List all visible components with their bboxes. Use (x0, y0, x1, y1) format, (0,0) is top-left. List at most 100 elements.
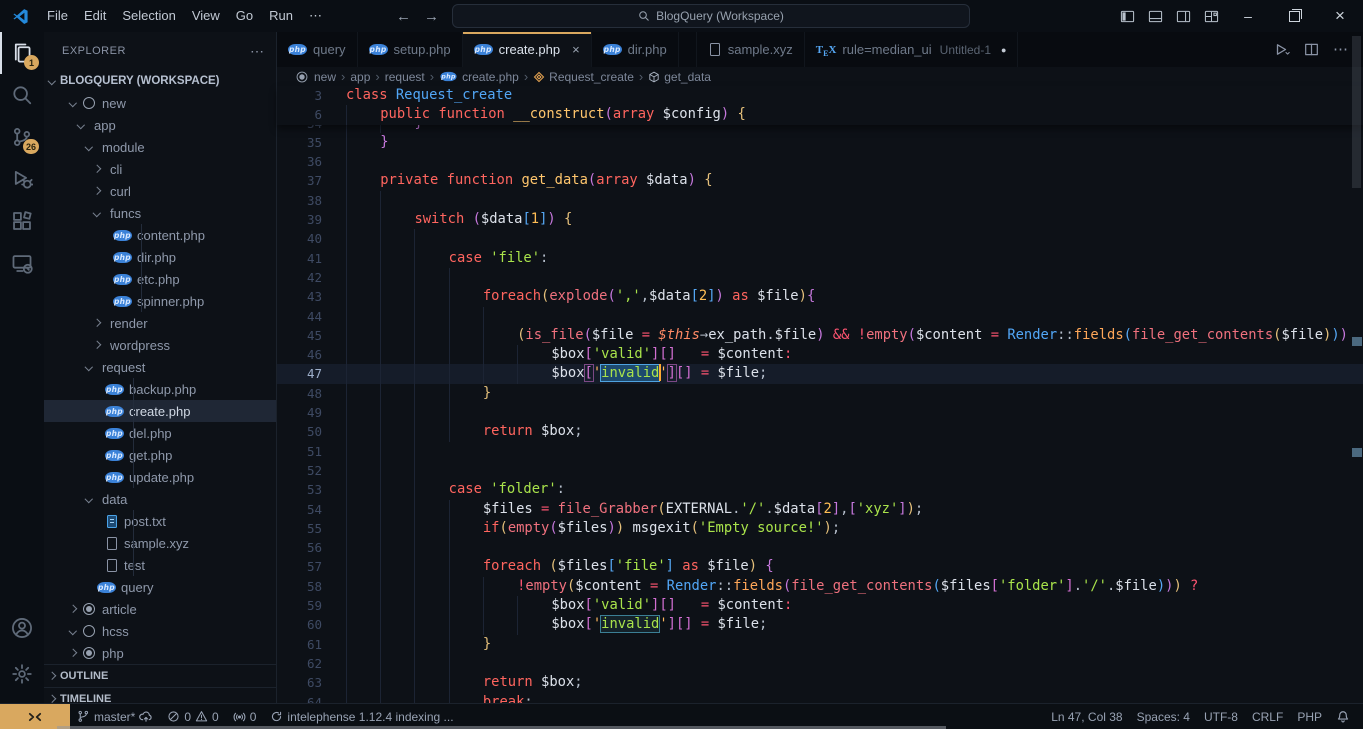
tab-query[interactable]: phpquery (277, 32, 358, 67)
menu-item-selection[interactable]: Selection (114, 5, 183, 27)
layout-sidebar-icon[interactable] (1113, 2, 1141, 30)
code-line-41[interactable]: 41case 'file': (277, 249, 1363, 268)
close-icon[interactable]: × (572, 42, 580, 57)
tree-item-content.php[interactable]: phpcontent.php (44, 224, 276, 246)
code-line-45[interactable]: 45(is_file($file = $this→ex_path.$file) … (277, 326, 1363, 345)
tab-sample.xyz[interactable]: sample.xyz (696, 32, 805, 67)
section-outline[interactable]: OUTLINE (44, 664, 276, 687)
code-line-64[interactable]: 64break; (277, 693, 1363, 704)
code-line-52[interactable]: 52 (277, 461, 1363, 480)
code-line-36[interactable]: 36 (277, 152, 1363, 171)
code-line-35[interactable]: 35} (277, 133, 1363, 152)
code-line-50[interactable]: 50return $box; (277, 422, 1363, 441)
code-line-47[interactable]: 47$box['invalid'][] = $file; (277, 364, 1363, 383)
tree-item-query[interactable]: phpquery (44, 576, 276, 598)
code-line-34[interactable]: 34} (277, 125, 1363, 133)
tree-item-update.php[interactable]: phpupdate.php (44, 466, 276, 488)
tree-item-cli[interactable]: cli (44, 158, 276, 180)
activity-extensions[interactable] (0, 200, 44, 242)
code-line-46[interactable]: 46$box['valid'][] = $content: (277, 345, 1363, 364)
code-line-58[interactable]: 58!empty($content = Render::fields(file_… (277, 577, 1363, 596)
tree-item-dir.php[interactable]: phpdir.php (44, 246, 276, 268)
breadcrumb-item-app[interactable]: app (350, 70, 370, 84)
tree-item-request[interactable]: request (44, 356, 276, 378)
command-center-search[interactable]: BlogQuery (Workspace) (452, 4, 970, 28)
workspace-root-row[interactable]: BLOGQUERY (WORKSPACE) (44, 70, 276, 92)
code-line-57[interactable]: 57foreach ($files['file'] as $file) { (277, 557, 1363, 576)
code-line-59[interactable]: 59$box['valid'][] = $content: (277, 596, 1363, 615)
status-cursor-position[interactable]: Ln 47, Col 38 (1044, 704, 1129, 729)
tree-item-hcss[interactable]: hcss (44, 620, 276, 642)
code-line-51[interactable]: 51 (277, 442, 1363, 461)
tree-item-get.php[interactable]: phpget.php (44, 444, 276, 466)
vertical-scrollbar[interactable] (1352, 36, 1361, 188)
breadcrumb-item-create.php[interactable]: phpcreate.php (439, 70, 519, 84)
code-line-39[interactable]: 39switch ($data[1]) { (277, 210, 1363, 229)
code-line-53[interactable]: 53case 'folder': (277, 480, 1363, 499)
menu-item-file[interactable]: File (39, 5, 76, 27)
activity-settings[interactable] (0, 651, 44, 697)
status-encoding[interactable]: UTF-8 (1197, 704, 1245, 729)
breadcrumb-item-new[interactable]: new (294, 70, 336, 84)
tab-create.php[interactable]: phpcreate.php× (463, 32, 592, 67)
code-line-37[interactable]: 37private function get_data(array $data)… (277, 171, 1363, 190)
restore-button[interactable] (1271, 0, 1317, 32)
code-line-3[interactable]: 3class Request_create (277, 86, 1363, 105)
code-line-42[interactable]: 42 (277, 268, 1363, 287)
status-language-mode[interactable]: PHP (1290, 704, 1329, 729)
tree-item-article[interactable]: article (44, 598, 276, 620)
activity-source-control[interactable]: 26 (0, 116, 44, 158)
tree-item-funcs[interactable]: funcs (44, 202, 276, 224)
status-indentation[interactable]: Spaces: 4 (1130, 704, 1197, 729)
breadcrumb-item-request[interactable]: request (385, 70, 425, 84)
code-line-63[interactable]: 63return $box; (277, 673, 1363, 692)
code-line-6[interactable]: 6public function __construct(array $conf… (277, 105, 1363, 124)
tree-item-module[interactable]: module (44, 136, 276, 158)
tree-item-php[interactable]: php (44, 642, 276, 664)
layout-customize-icon[interactable] (1197, 2, 1225, 30)
tree-item-del.php[interactable]: phpdel.php (44, 422, 276, 444)
layout-secondary-sidebar-icon[interactable] (1169, 2, 1197, 30)
code-line-54[interactable]: 54$files = file_Grabber(EXTERNAL.'/'.$da… (277, 500, 1363, 519)
minimize-button[interactable]: – (1225, 0, 1271, 32)
breadcrumb-item-get_data[interactable]: get_data (648, 70, 711, 84)
nav-back-icon[interactable]: ← (388, 8, 419, 25)
code-line-44[interactable]: 44 (277, 307, 1363, 326)
tree-item-test[interactable]: test (44, 554, 276, 576)
tree-item-create.php[interactable]: phpcreate.php (44, 400, 276, 422)
tree-item-backup.php[interactable]: phpbackup.php (44, 378, 276, 400)
tree-item-data[interactable]: data (44, 488, 276, 510)
tree-item-post.txt[interactable]: post.txt (44, 510, 276, 532)
status-eol[interactable]: CRLF (1245, 704, 1290, 729)
tree-item-curl[interactable]: curl (44, 180, 276, 202)
menu-item-go[interactable]: Go (228, 5, 261, 27)
tree-item-wordpress[interactable]: wordpress (44, 334, 276, 356)
nav-forward-icon[interactable]: → (416, 8, 447, 25)
tab-dir.php[interactable]: phpdir.php (592, 32, 679, 67)
run-button[interactable] (1274, 42, 1290, 58)
activity-remote-explorer[interactable] (0, 242, 44, 284)
code-line-56[interactable]: 56 (277, 538, 1363, 557)
menu-item-view[interactable]: View (184, 5, 228, 27)
code-line-43[interactable]: 43foreach(explode(',',$data[2]) as $file… (277, 287, 1363, 306)
tab-rule=median_ui[interactable]: TEXrule=median_uiUntitled-1● (805, 32, 1019, 67)
layout-panel-icon[interactable] (1141, 2, 1169, 30)
tree-item-sample.xyz[interactable]: sample.xyz (44, 532, 276, 554)
code-line-38[interactable]: 38 (277, 191, 1363, 210)
menu-item-more[interactable]: ⋯ (301, 5, 330, 27)
split-editor-button[interactable] (1304, 42, 1319, 57)
tree-item-new[interactable]: new (44, 92, 276, 114)
activity-search[interactable] (0, 74, 44, 116)
code-viewport[interactable]: 34}35}3637private function get_data(arra… (277, 125, 1363, 703)
code-line-48[interactable]: 48} (277, 384, 1363, 403)
sidebar-more-icon[interactable]: ⋯ (250, 43, 264, 60)
code-line-61[interactable]: 61} (277, 635, 1363, 654)
tree-item-spinner.php[interactable]: phpspinner.php (44, 290, 276, 312)
activity-account[interactable] (0, 605, 44, 651)
activity-run-debug[interactable] (0, 158, 44, 200)
code-line-55[interactable]: 55if(empty($files)) msgexit('Empty sourc… (277, 519, 1363, 538)
tree-item-etc.php[interactable]: phpetc.php (44, 268, 276, 290)
menu-item-run[interactable]: Run (261, 5, 301, 27)
status-notifications[interactable] (1329, 704, 1357, 729)
code-line-60[interactable]: 60$box['invalid'][] = $file; (277, 615, 1363, 634)
